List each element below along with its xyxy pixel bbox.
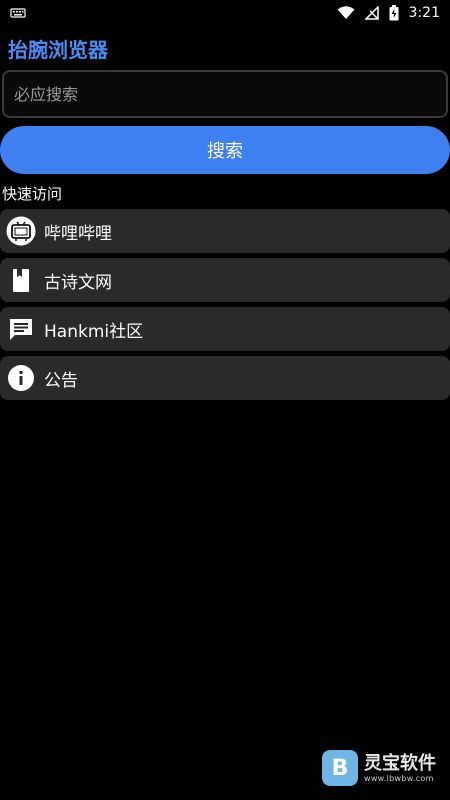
keyboard-icon xyxy=(10,8,26,18)
quick-item-label: 哔哩哔哩 xyxy=(44,223,112,244)
quick-item-gushiwen[interactable]: 古诗文网 xyxy=(0,258,450,302)
quick-item-label: 古诗文网 xyxy=(44,272,112,293)
quick-access-title: 快速访问 xyxy=(2,185,63,203)
status-time: 3:21 xyxy=(408,5,440,21)
quick-item-announcement[interactable]: 公告 xyxy=(0,356,450,400)
quick-access-list: 哔哩哔哩 古诗文网 Hankmi社区 公告 xyxy=(0,209,450,405)
battery-charging-icon xyxy=(389,5,399,21)
wifi-icon xyxy=(337,6,355,19)
chat-icon xyxy=(6,314,36,344)
quick-item-bilibili[interactable]: 哔哩哔哩 xyxy=(0,209,450,253)
quick-item-label: 公告 xyxy=(44,370,78,391)
search-input[interactable] xyxy=(4,72,446,116)
status-bar: 3:21 xyxy=(0,0,450,26)
info-icon xyxy=(6,363,36,393)
app-title: 抬腕浏览器 xyxy=(8,38,108,62)
search-box[interactable] xyxy=(2,70,448,118)
watermark-url: www.lbwbw.com xyxy=(364,773,434,783)
watermark-logo-icon: B xyxy=(322,750,358,786)
quick-item-hankmi[interactable]: Hankmi社区 xyxy=(0,307,450,351)
book-icon xyxy=(6,265,36,295)
search-button[interactable]: 搜索 xyxy=(0,126,450,174)
watermark-name: 灵宝软件 xyxy=(364,752,436,774)
bilibili-tv-icon xyxy=(6,216,36,246)
no-signal-icon xyxy=(364,6,379,20)
watermark: B 灵宝软件 www.lbwbw.com xyxy=(322,750,436,786)
quick-item-label: Hankmi社区 xyxy=(44,321,144,342)
